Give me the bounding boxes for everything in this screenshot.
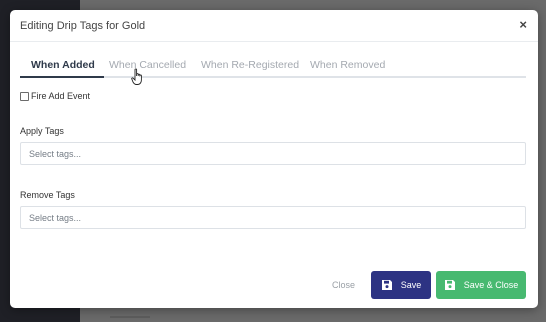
tab-when-re-registered[interactable]: When Re-Registered <box>201 59 299 71</box>
background-text-line <box>110 316 150 318</box>
tab-when-added[interactable]: When Added <box>31 59 95 71</box>
close-button[interactable]: Close <box>332 280 355 290</box>
remove-tags-label: Remove Tags <box>20 190 75 200</box>
remove-tags-select[interactable]: Select tags... <box>20 206 526 229</box>
hand-pointer-icon <box>131 68 142 85</box>
apply-tags-label: Apply Tags <box>20 126 64 136</box>
active-tab-indicator <box>20 76 104 78</box>
close-icon[interactable]: × <box>519 18 527 31</box>
floppy-disk-icon <box>444 280 455 290</box>
save-and-close-button-label: Save & Close <box>463 280 519 290</box>
save-button[interactable]: Save <box>371 271 431 299</box>
floppy-disk-icon <box>381 280 392 290</box>
edit-drip-tags-modal: Editing Drip Tags for Gold × When Added … <box>10 10 538 308</box>
remove-tags-placeholder: Select tags... <box>29 213 82 223</box>
modal-header: Editing Drip Tags for Gold × <box>10 10 538 42</box>
tab-bar: When Added When Cancelled When Re-Regist… <box>20 56 526 78</box>
tab-when-cancelled[interactable]: When Cancelled <box>109 59 186 71</box>
fire-add-event-row[interactable]: Fire Add Event <box>20 90 90 102</box>
save-and-close-button[interactable]: Save & Close <box>436 271 526 299</box>
modal-title: Editing Drip Tags for Gold <box>20 20 146 32</box>
save-button-label: Save <box>400 280 422 290</box>
tab-when-removed[interactable]: When Removed <box>310 59 385 71</box>
fire-add-event-label: Fire Add Event <box>31 91 91 101</box>
apply-tags-placeholder: Select tags... <box>29 149 82 159</box>
apply-tags-select[interactable]: Select tags... <box>20 142 526 165</box>
fire-add-event-checkbox[interactable] <box>20 91 29 101</box>
